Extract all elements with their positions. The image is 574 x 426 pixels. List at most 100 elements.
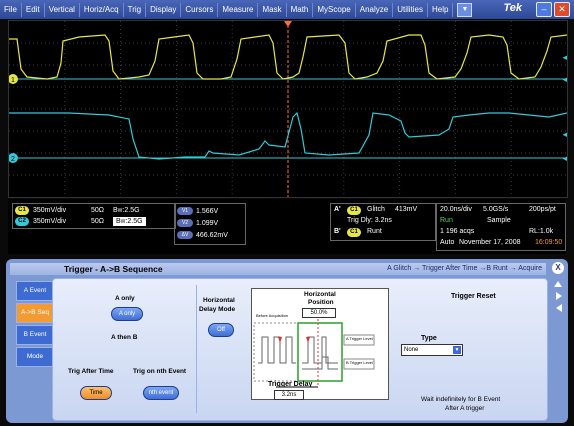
- acquisition-readout[interactable]: 20.0ns/div 5.0GS/s 200ps/pt Run Sample 1…: [436, 203, 566, 251]
- a-trigger-level-label: A Trigger Level: [346, 336, 373, 341]
- side-tabs: A Event A->B Seq B Event Mode: [16, 281, 54, 369]
- trig-after-time-label: Trig After Time: [68, 368, 114, 375]
- a-then-b-label: A then B: [111, 334, 138, 341]
- trigger-readout[interactable]: A' C1 Glitch 413mV Trig Dly: 3.2ns B' C1…: [330, 203, 436, 241]
- delay-mode-off-button[interactable]: Off: [208, 323, 234, 337]
- c2-impedance: 50Ω: [91, 218, 105, 225]
- horizontal-position-label-2: Position: [308, 299, 334, 306]
- menu-edit[interactable]: Edit: [22, 2, 45, 17]
- close-icon[interactable]: ✕: [554, 2, 570, 17]
- panel-title: Trigger - A->B Sequence: [64, 264, 163, 274]
- ch2-marker[interactable]: 2: [9, 153, 18, 163]
- nav-right-icon[interactable]: [556, 292, 562, 300]
- wait-text-2: After A trigger: [445, 405, 485, 412]
- trigger-b-source-tag: C1: [347, 228, 361, 237]
- trigger-level: 413mV: [395, 206, 418, 213]
- timebase: 20.0ns/div: [440, 206, 472, 213]
- chevron-down-icon[interactable]: ▼: [453, 346, 461, 354]
- type-select[interactable]: None ▼: [401, 344, 463, 356]
- menu-cursors[interactable]: Cursors: [181, 2, 219, 17]
- trigger-reset-label: Trigger Reset: [451, 293, 496, 300]
- menu-help[interactable]: Help: [428, 2, 454, 17]
- menu-bar: File Edit Vertical Horiz/Acq Trig Displa…: [0, 0, 574, 19]
- tab-a-b-seq[interactable]: A->B Seq: [16, 303, 54, 323]
- c1-bw-value: :2.5G: [122, 207, 140, 214]
- minimize-icon[interactable]: –: [536, 2, 552, 17]
- menu-measure[interactable]: Measure: [218, 2, 259, 17]
- a-only-button[interactable]: A only: [111, 307, 143, 321]
- c2-level-arrow-icon: ◄: [561, 154, 567, 163]
- c2-scale: 350mV/div: [33, 218, 67, 225]
- tab-b-event[interactable]: B Event: [16, 325, 54, 345]
- menu-file[interactable]: File: [0, 2, 22, 17]
- svg-text:2: 2: [11, 156, 15, 163]
- nav-left-icon[interactable]: [556, 304, 562, 312]
- channel-readout[interactable]: C1 350mV/div 50Ω B W:2.5G C2 350mV/div 50…: [12, 203, 176, 229]
- trigger-delay-value[interactable]: 3.2ns: [274, 390, 304, 400]
- c1-impedance: 50Ω: [91, 207, 105, 214]
- svg-text:1: 1: [11, 77, 15, 84]
- trigger-delay-label: Trigger Delay: [268, 381, 313, 388]
- measurement-row: V1 1.566V: [177, 205, 218, 217]
- panel-content: A only A only A then B Trig After Time T…: [52, 278, 548, 421]
- a-only-label: A only: [115, 295, 135, 302]
- v1-value: 1.566V: [196, 207, 219, 215]
- type-label: Type: [421, 335, 437, 342]
- menu-analyze[interactable]: Analyze: [356, 2, 394, 17]
- sample-rate: 5.0GS/s: [483, 206, 509, 213]
- menu-myscope[interactable]: MyScope: [313, 2, 356, 17]
- graticule-svg: 1 2 ◄ ◄ ◄ ◄: [9, 21, 567, 197]
- menu-vertical[interactable]: Vertical: [45, 2, 80, 17]
- menu-utilities[interactable]: Utilities: [393, 2, 428, 17]
- c1-level-arrow-icon: ◄: [561, 75, 567, 84]
- menu-math[interactable]: Math: [287, 2, 314, 17]
- time-button[interactable]: Time: [80, 386, 112, 400]
- c1-readout[interactable]: C1 350mV/div 50Ω B W:2.5G: [15, 205, 140, 216]
- c2-bw-box: BW:2.5G: [113, 217, 146, 226]
- horizontal-position-label-1: Horizontal: [304, 291, 336, 298]
- panel-header: Trigger - A->B Sequence A Glitch → Trigg…: [10, 263, 546, 275]
- c2-tag: C2: [15, 217, 29, 226]
- b-trigger-level-label: B Trigger Level: [346, 360, 373, 365]
- v2-value: 1.099V: [196, 219, 219, 227]
- points-per: 200ps/pt: [529, 206, 556, 213]
- tab-mode[interactable]: Mode: [16, 347, 54, 367]
- menu-mask[interactable]: Mask: [258, 2, 287, 17]
- tab-a-event[interactable]: A Event: [16, 281, 54, 301]
- readout-bar: C1 350mV/div 50Ω B W:2.5G C2 350mV/div 50…: [8, 199, 566, 254]
- ch1-marker[interactable]: 1: [9, 74, 18, 84]
- menu-display[interactable]: Display: [146, 2, 182, 17]
- menu-trig[interactable]: Trig: [124, 2, 147, 17]
- c2-readout[interactable]: C2 350mV/div 50Ω BW:2.5G: [15, 216, 146, 227]
- nav-up-icon[interactable]: [554, 281, 562, 287]
- time: 16:09:50: [535, 239, 563, 246]
- trigger-a-tag: A': [334, 206, 341, 213]
- c2-bw-value: :2.5G: [125, 218, 143, 225]
- trigger-sequence: A Glitch → Trigger After Time →B Runt → …: [387, 265, 542, 272]
- horizontal-delay-label-2: Delay Mode: [199, 306, 236, 313]
- menu-dropdown-icon[interactable]: ▼: [457, 2, 473, 17]
- menu-horiz-acq[interactable]: Horiz/Acq: [80, 2, 124, 17]
- trigger-source-tag: C1: [347, 206, 361, 215]
- record-length: RL:1.0k: [529, 228, 554, 235]
- measurement-row: ΔV 466.62mV: [177, 229, 228, 241]
- brand-logo: Tek: [503, 2, 522, 14]
- type-value: None: [404, 347, 419, 353]
- c1-upper-arrow-icon: ◄: [561, 53, 567, 62]
- trig-on-nth-label: Trig on nth Event: [133, 368, 187, 375]
- v1-tag: V1: [177, 207, 193, 215]
- horizontal-delay-label-1: Horizontal: [203, 297, 235, 304]
- trigger-type: Glitch: [367, 206, 385, 213]
- trigger-control-panel: Trigger - A->B Sequence A Glitch → Trigg…: [6, 259, 568, 423]
- trigger-delay: Trig Dly: 3.2ns: [347, 217, 392, 224]
- trigger-diagram: Horizontal Position 50.0% Before Acquisi…: [251, 288, 389, 400]
- v2-tag: V2: [177, 219, 193, 227]
- wait-text-1: Wait indefinitely for B Event: [421, 396, 501, 403]
- measurement-row: V2 1.099V: [177, 217, 218, 229]
- measurement-readout[interactable]: V1 1.566V V2 1.099V ΔV 466.62mV: [174, 203, 246, 245]
- delta-v-tag: ΔV: [177, 231, 193, 239]
- trigger-b-tag: B': [334, 228, 341, 235]
- panel-close-icon[interactable]: X: [552, 262, 564, 274]
- nth-event-button[interactable]: nth event: [143, 386, 179, 400]
- waveform-display[interactable]: 1 2 ◄ ◄ ◄ ◄: [8, 20, 568, 198]
